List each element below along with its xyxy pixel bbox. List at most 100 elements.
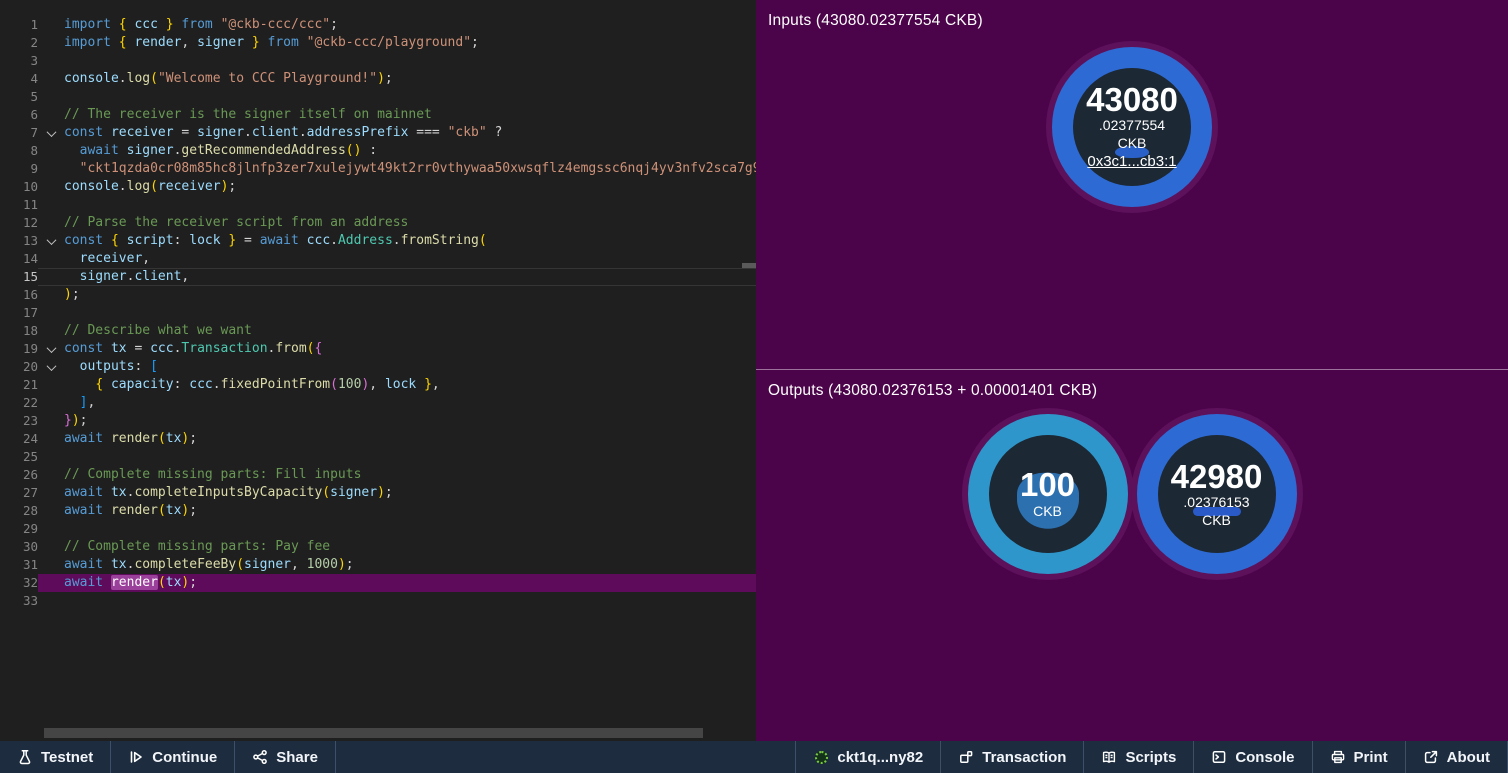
code-line[interactable]: 4console.log("Welcome to CCC Playground!… — [0, 70, 756, 88]
line-body: "ckt1qzda0cr08m85hc8jlnfp3zer7xulejywt49… — [38, 160, 756, 178]
code-line[interactable]: 27await tx.completeInputsByCapacity(sign… — [0, 484, 756, 502]
code-line[interactable]: 14 receiver, — [0, 250, 756, 268]
code-line[interactable]: 10console.log(receiver); — [0, 178, 756, 196]
code-token — [103, 575, 111, 590]
code-token: { — [119, 17, 127, 32]
code-line[interactable]: 15 signer.client, — [0, 268, 756, 286]
wallet-address-button[interactable]: ckt1q...ny82 — [796, 741, 941, 773]
fold-chevron-down-icon[interactable] — [38, 340, 64, 358]
code-line[interactable]: 22 ], — [0, 394, 756, 412]
code-token — [244, 35, 252, 50]
code-token — [158, 17, 166, 32]
editor-vertical-scrollbar-marker[interactable] — [742, 263, 756, 268]
code-token: "Welcome to CCC Playground!" — [158, 71, 377, 86]
code-text: ], — [64, 394, 756, 412]
code-line[interactable]: 25 — [0, 448, 756, 466]
line-body: // Describe what we want — [38, 322, 756, 340]
code-line[interactable]: 21 { capacity: ccc.fixedPointFrom(100), … — [0, 376, 756, 394]
code-token — [64, 269, 80, 284]
code-token: . — [213, 377, 221, 392]
console-tab-button-label: Console — [1235, 749, 1294, 766]
code-line[interactable]: 2import { render, signer } from "@ckb-cc… — [0, 34, 756, 52]
code-line[interactable]: 8 await signer.getRecommendedAddress() : — [0, 142, 756, 160]
horizontal-scrollbar-thumb[interactable] — [44, 728, 703, 738]
code-text: "ckt1qzda0cr08m85hc8jlnfp3zer7xulejywt49… — [64, 160, 756, 178]
output-cell-circle[interactable]: 42980.02376153CKB — [1137, 414, 1297, 574]
fold-gutter — [38, 520, 64, 538]
code-token: await — [64, 431, 103, 446]
output-cell-circle[interactable]: 100CKB — [968, 414, 1128, 574]
continue-button[interactable]: Continue — [111, 741, 235, 773]
print-button[interactable]: Print — [1313, 741, 1406, 773]
code-line[interactable]: 3 — [0, 52, 756, 70]
code-token — [64, 251, 80, 266]
line-number: 8 — [0, 142, 38, 160]
fold-chevron-down-icon[interactable] — [38, 232, 64, 250]
transaction-tab-button[interactable]: Transaction — [941, 741, 1084, 773]
code-token: = — [236, 233, 259, 248]
code-token: from — [268, 35, 299, 50]
code-line[interactable]: 24await render(tx); — [0, 430, 756, 448]
code-line[interactable]: 19const tx = ccc.Transaction.from({ — [0, 340, 756, 358]
fold-chevron-down-icon[interactable] — [38, 124, 64, 142]
code-editor[interactable]: 1import { ccc } from "@ckb-ccc/ccc";2imp… — [0, 0, 756, 741]
fold-gutter — [38, 556, 64, 574]
about-button[interactable]: About — [1406, 741, 1508, 773]
code-token: Address — [338, 233, 393, 248]
code-token: tx — [111, 557, 127, 572]
code-token: signer — [127, 143, 174, 158]
code-line[interactable]: 5 — [0, 88, 756, 106]
code-line[interactable]: 1import { ccc } from "@ckb-ccc/ccc"; — [0, 16, 756, 34]
code-token: [ — [150, 359, 158, 374]
code-token: lock — [189, 233, 220, 248]
code-line[interactable]: 18// Describe what we want — [0, 322, 756, 340]
code-token: ( — [150, 71, 158, 86]
share-icon — [252, 749, 268, 765]
code-text: { capacity: ccc.fixedPointFrom(100), loc… — [64, 376, 756, 394]
fold-gutter — [38, 538, 64, 556]
code-line[interactable]: 17 — [0, 304, 756, 322]
code-line[interactable]: 29 — [0, 520, 756, 538]
code-token: "@ckb-ccc/playground" — [307, 35, 471, 50]
code-line[interactable]: 32await render(tx); — [0, 574, 756, 592]
code-line[interactable]: 28await render(tx); — [0, 502, 756, 520]
code-line[interactable]: 23}); — [0, 412, 756, 430]
line-number: 24 — [0, 430, 38, 448]
code-text: await tx.completeInputsByCapacity(signer… — [64, 484, 756, 502]
editor-horizontal-scrollbar[interactable] — [0, 727, 756, 741]
code-token — [64, 359, 80, 374]
line-number: 4 — [0, 70, 38, 88]
code-token: === — [408, 125, 447, 140]
console-tab-button[interactable]: Console — [1194, 741, 1312, 773]
line-body: const { script: lock } = await ccc.Addre… — [38, 232, 756, 250]
code-line[interactable]: 12// Parse the receiver script from an a… — [0, 214, 756, 232]
code-token: , — [142, 251, 150, 266]
input-cell-circle[interactable]: 43080.02377554CKB0x3c1...cb3:1 — [1052, 47, 1212, 207]
code-line[interactable]: 30// Complete missing parts: Pay fee — [0, 538, 756, 556]
outpoint-link[interactable]: 0x3c1...cb3:1 — [1087, 152, 1176, 172]
code-token: ccc — [150, 341, 173, 356]
code-token: . — [393, 233, 401, 248]
code-line[interactable]: 20 outputs: [ — [0, 358, 756, 376]
code-line[interactable]: 13const { script: lock } = await ccc.Add… — [0, 232, 756, 250]
code-line[interactable]: 26// Complete missing parts: Fill inputs — [0, 466, 756, 484]
code-token: client — [252, 125, 299, 140]
code-token: ccc — [307, 233, 330, 248]
code-line[interactable]: 7const receiver = signer.client.addressP… — [0, 124, 756, 142]
transaction-blocks-icon — [958, 749, 974, 765]
scripts-tab-button[interactable]: Scripts — [1084, 741, 1194, 773]
code-line[interactable]: 33 — [0, 592, 756, 610]
code-token: Transaction — [181, 341, 267, 356]
fold-gutter — [38, 376, 64, 394]
code-token: () — [346, 143, 362, 158]
code-line[interactable]: 11 — [0, 196, 756, 214]
code-line[interactable]: 9 "ckt1qzda0cr08m85hc8jlnfp3zer7xulejywt… — [0, 160, 756, 178]
code-line[interactable]: 6// The receiver is the signer itself on… — [0, 106, 756, 124]
code-line[interactable]: 31await tx.completeFeeBy(signer, 1000); — [0, 556, 756, 574]
fold-chevron-down-icon[interactable] — [38, 358, 64, 376]
share-button[interactable]: Share — [235, 741, 336, 773]
unit-label: CKB — [1033, 502, 1062, 520]
code-line[interactable]: 16); — [0, 286, 756, 304]
code-token: ccc — [134, 17, 157, 32]
testnet-button[interactable]: Testnet — [0, 741, 111, 773]
